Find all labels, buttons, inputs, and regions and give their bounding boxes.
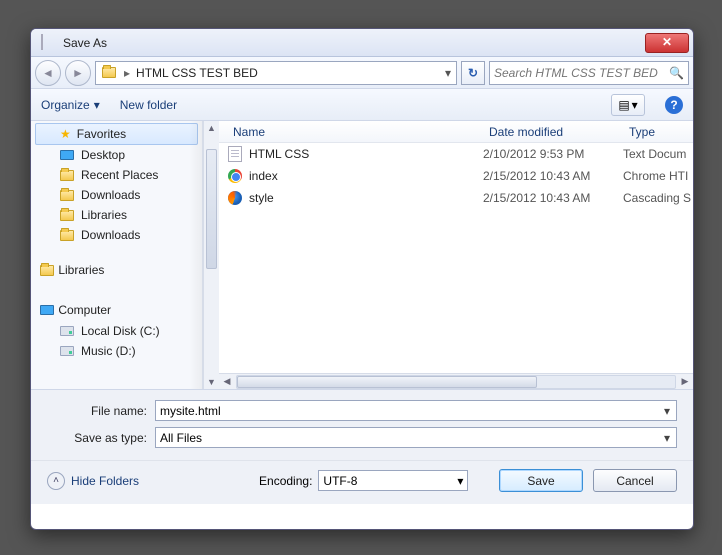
file-date: 2/10/2012 9:53 PM xyxy=(483,147,623,161)
drive-icon xyxy=(59,323,75,339)
sidebar-item-libraries[interactable]: Libraries xyxy=(31,205,202,225)
sidebar-item-downloads[interactable]: Downloads xyxy=(31,185,202,205)
refresh-button[interactable]: ↻ xyxy=(461,61,485,85)
form-area: File name: ▾ Save as type: All Files ▾ xyxy=(31,389,693,460)
filename-field[interactable]: ▾ xyxy=(155,400,677,421)
saveastype-label: Save as type: xyxy=(47,431,147,445)
filename-input[interactable] xyxy=(160,404,662,418)
chevron-right-icon: ▸ xyxy=(122,66,132,80)
hide-folders-button[interactable]: ˄ Hide Folders xyxy=(47,472,139,490)
filename-dropdown[interactable]: ▾ xyxy=(662,404,672,418)
toolbar: Organize▾ New folder ▤▾ ? xyxy=(31,89,693,121)
sidebar-item-desktop[interactable]: Desktop xyxy=(31,145,202,165)
app-icon xyxy=(41,35,57,51)
chevron-up-icon: ˄ xyxy=(47,472,65,490)
computer-icon xyxy=(39,302,55,318)
file-row[interactable]: HTML CSS 2/10/2012 9:53 PM Text Docum xyxy=(219,143,693,165)
encoding-select[interactable]: UTF-8 ▾ xyxy=(318,470,468,491)
save-as-dialog: Save As ✕ ◄ ► ▸ HTML CSS TEST BED ▾ ↻ 🔍 … xyxy=(30,28,694,530)
column-name[interactable]: Name xyxy=(227,125,483,139)
scroll-up-arrow[interactable]: ▲ xyxy=(204,121,219,135)
breadcrumb[interactable]: HTML CSS TEST BED xyxy=(132,66,262,80)
file-row[interactable]: index 2/15/2012 10:43 AM Chrome HTI xyxy=(219,165,693,187)
chevron-down-icon: ▾ xyxy=(457,474,463,488)
chrome-icon xyxy=(227,168,243,184)
file-type: Text Docum xyxy=(623,147,693,161)
horizontal-scrollbar[interactable]: ◀ ▶ xyxy=(219,373,693,389)
sidebar-libraries-header[interactable]: Libraries xyxy=(31,259,202,281)
sidebar-favorites-header[interactable]: ★ Favorites xyxy=(35,123,198,145)
text-file-icon xyxy=(227,146,243,162)
cancel-button[interactable]: Cancel xyxy=(593,469,677,492)
sidebar-item-recent-places[interactable]: Recent Places xyxy=(31,165,202,185)
search-icon: 🔍 xyxy=(669,66,684,80)
address-bar[interactable]: ▸ HTML CSS TEST BED ▾ xyxy=(95,61,457,85)
help-button[interactable]: ? xyxy=(665,96,683,114)
view-icon: ▤ xyxy=(618,98,629,112)
file-date: 2/15/2012 10:43 AM xyxy=(483,191,623,205)
column-headers: Name Date modified Type xyxy=(219,121,693,143)
saveastype-dropdown[interactable]: ▾ xyxy=(662,431,672,445)
monitor-icon xyxy=(59,147,75,163)
file-date: 2/15/2012 10:43 AM xyxy=(483,169,623,183)
star-icon: ★ xyxy=(60,127,71,141)
footer: ˄ Hide Folders Encoding: UTF-8 ▾ Save Ca… xyxy=(31,460,693,504)
sidebar-computer-header[interactable]: Computer xyxy=(31,299,202,321)
scroll-right-arrow[interactable]: ▶ xyxy=(677,376,693,387)
filename-label: File name: xyxy=(47,404,147,418)
titlebar[interactable]: Save As ✕ xyxy=(31,29,693,57)
search-input[interactable] xyxy=(494,66,669,80)
save-button[interactable]: Save xyxy=(499,469,583,492)
address-dropdown[interactable]: ▾ xyxy=(440,66,456,80)
folder-icon xyxy=(59,187,75,203)
scroll-left-arrow[interactable]: ◀ xyxy=(219,376,235,387)
folder-icon xyxy=(59,227,75,243)
css-file-icon xyxy=(227,190,243,206)
folder-icon xyxy=(59,207,75,223)
back-button[interactable]: ◄ xyxy=(35,60,61,86)
sidebar-favorites-label: Favorites xyxy=(77,127,126,141)
forward-button[interactable]: ► xyxy=(65,60,91,86)
encoding-label: Encoding: xyxy=(259,474,312,488)
file-type: Cascading S xyxy=(623,191,693,205)
saveastype-value: All Files xyxy=(160,431,662,445)
scroll-thumb[interactable] xyxy=(206,149,217,269)
column-date[interactable]: Date modified xyxy=(483,125,623,139)
file-type: Chrome HTI xyxy=(623,169,693,183)
file-list-pane: Name Date modified Type HTML CSS 2/10/20… xyxy=(219,121,693,389)
search-box[interactable]: 🔍 xyxy=(489,61,689,85)
view-options-button[interactable]: ▤▾ xyxy=(611,94,645,116)
sidebar-item-music-drive[interactable]: Music (D:) xyxy=(31,341,202,361)
hscroll-thumb[interactable] xyxy=(237,376,537,388)
organize-button[interactable]: Organize▾ xyxy=(41,98,100,112)
chevron-down-icon: ▾ xyxy=(94,98,100,112)
new-folder-button[interactable]: New folder xyxy=(120,98,177,112)
scroll-down-arrow[interactable]: ▼ xyxy=(204,375,219,389)
sidebar-item-local-disk[interactable]: Local Disk (C:) xyxy=(31,321,202,341)
saveastype-field[interactable]: All Files ▾ xyxy=(155,427,677,448)
sidebar: ★ Favorites Desktop Recent Places Downlo… xyxy=(31,121,203,389)
drive-icon xyxy=(59,343,75,359)
encoding-value: UTF-8 xyxy=(323,474,357,488)
sidebar-item-downloads-2[interactable]: Downloads xyxy=(31,225,202,245)
window-title: Save As xyxy=(63,36,645,50)
nav-bar: ◄ ► ▸ HTML CSS TEST BED ▾ ↻ 🔍 xyxy=(31,57,693,89)
file-row[interactable]: style 2/15/2012 10:43 AM Cascading S xyxy=(219,187,693,209)
libraries-icon xyxy=(39,262,55,278)
folder-icon xyxy=(100,64,118,82)
column-type[interactable]: Type xyxy=(623,125,693,139)
folder-icon xyxy=(59,167,75,183)
close-button[interactable]: ✕ xyxy=(645,33,689,53)
sidebar-scrollbar[interactable]: ▲ ▼ xyxy=(203,121,219,389)
